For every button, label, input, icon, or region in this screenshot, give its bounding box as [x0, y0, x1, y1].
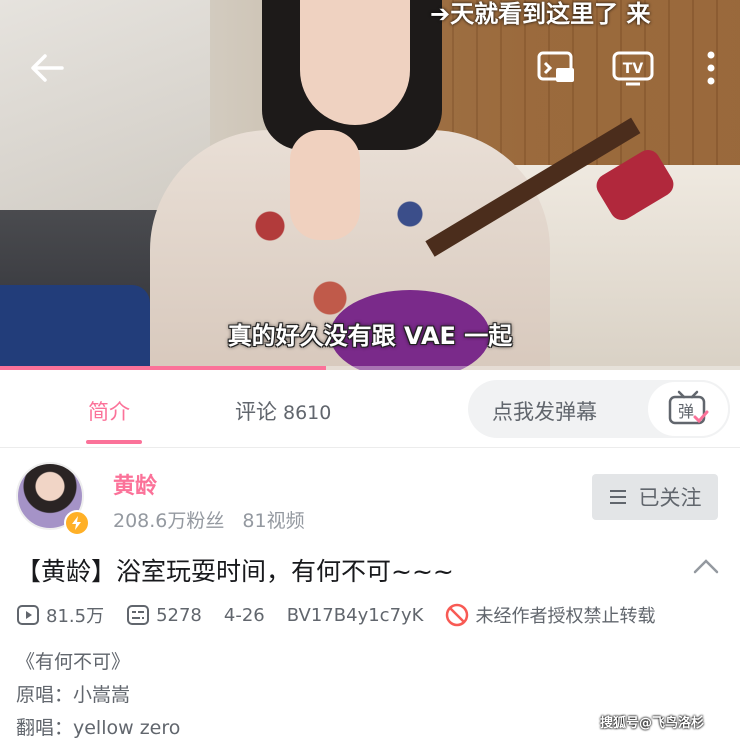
- video-subtitle: 真的好久没有跟 VAE 一起: [227, 322, 513, 350]
- danmaku-count: 5278: [156, 604, 202, 626]
- danmaku-toggle-button[interactable]: 弹: [646, 380, 730, 438]
- menu-lines-icon: [609, 490, 626, 504]
- uploader-name[interactable]: 黄龄: [113, 468, 157, 500]
- prohibited-icon: [446, 603, 469, 627]
- progress-bar[interactable]: [0, 366, 740, 370]
- views-stat: 81.5万: [16, 602, 104, 628]
- video-frame-person-face: [300, 0, 410, 125]
- publish-date: 4-26: [223, 604, 265, 626]
- tab-comments-label: 评论: [235, 400, 277, 424]
- svg-text:TV: TV: [623, 61, 644, 77]
- video-bvid: BV17B4y1c7yK: [286, 604, 424, 626]
- chevron-up-icon: [693, 559, 719, 574]
- uploader-videos: 81视频: [242, 510, 305, 532]
- video-overlay-text: ➔天就看到这里了 来: [430, 0, 651, 28]
- views-count: 81.5万: [46, 606, 105, 627]
- follow-button[interactable]: 已关注: [592, 474, 718, 520]
- more-vertical-icon: [707, 51, 715, 85]
- back-arrow-icon: [31, 54, 64, 82]
- danmaku-icon: 弹: [668, 390, 709, 425]
- video-description: 《有何不可》 原唱：小嵩嵩 翻唱：yellow zero: [16, 646, 180, 745]
- danmaku-input[interactable]: 点我发弹幕 弹: [468, 380, 730, 438]
- tv-cast-button[interactable]: TV: [610, 48, 656, 88]
- tv-icon: TV: [612, 51, 654, 86]
- uploader-fans: 208.6万粉丝: [113, 510, 225, 532]
- video-title: 【黄龄】浴室玩耍时间，有何不可~~~: [16, 557, 454, 586]
- danmaku-stat: 5278: [126, 604, 202, 626]
- play-count-icon: [17, 605, 39, 625]
- description-line: 原唱：小嵩嵩: [16, 684, 131, 706]
- video-player[interactable]: ➔天就看到这里了 来 TV 真的好久没有跟 VAE 一起: [0, 0, 740, 370]
- tab-intro[interactable]: 简介: [88, 396, 130, 426]
- svg-text:弹: 弹: [678, 402, 694, 421]
- copyright-text: 未经作者授权禁止转载: [475, 606, 656, 627]
- cast-screen-icon: [537, 51, 574, 82]
- tab-active-indicator: [86, 440, 142, 444]
- watermark: 搜狐号@飞鸟洛杉: [600, 716, 705, 731]
- copyright-notice: 未经作者授权禁止转载: [445, 602, 655, 628]
- video-frame-hands: [290, 130, 360, 240]
- tab-bar: 简介 评论 8610 点我发弹幕 弹: [0, 372, 740, 448]
- description-line: 《有何不可》: [16, 651, 131, 673]
- progress-bar-fill: [0, 366, 326, 370]
- more-options-button[interactable]: [696, 46, 726, 90]
- danmaku-count-icon: [127, 605, 150, 625]
- uploader-stats: 208.6万粉丝 81视频: [113, 506, 305, 533]
- cast-button[interactable]: [534, 48, 578, 88]
- video-meta: 81.5万 5278 4-26 BV17B4y1c7yK 未经作者授权禁止转载: [16, 602, 655, 628]
- danmaku-placeholder: 点我发弹幕: [492, 400, 597, 424]
- back-button[interactable]: [24, 48, 70, 88]
- tab-comments[interactable]: 评论 8610: [235, 396, 331, 426]
- collapse-button[interactable]: [692, 556, 720, 576]
- verified-badge-icon: [64, 510, 90, 536]
- tab-comments-count: 8610: [283, 402, 332, 424]
- description-line: 翻唱：yellow zero: [16, 717, 181, 739]
- follow-button-label: 已关注: [638, 486, 702, 510]
